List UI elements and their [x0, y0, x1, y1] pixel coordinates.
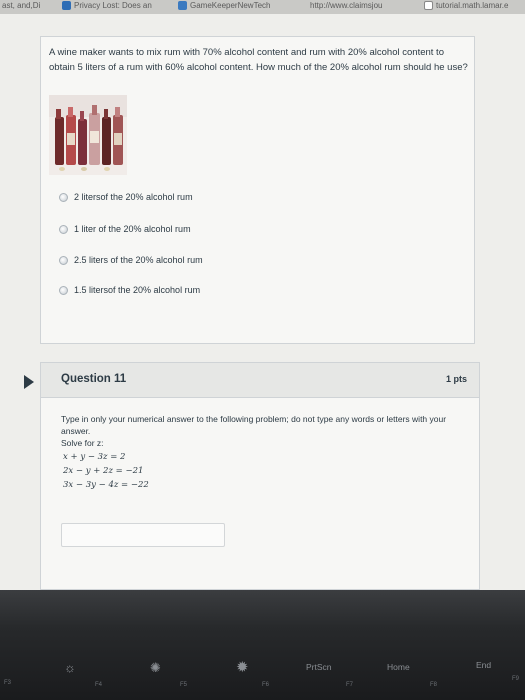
- answer-option[interactable]: 2.5 liters of the 20% alcohol rum: [59, 255, 203, 265]
- fn-key-label: F9: [512, 676, 520, 682]
- rum-bottles-image: [49, 95, 127, 175]
- numeric-answer-input[interactable]: [61, 523, 225, 547]
- fn-key-label: F3: [4, 680, 12, 686]
- question-card: Question 11 1 pts Type in only your nume…: [40, 362, 480, 590]
- bookmark-label: http://www.claimsjou: [310, 1, 383, 10]
- bookmark-item[interactable]: ast, and,Di: [2, 1, 40, 10]
- bookmark-item[interactable]: http://www.claimsjou: [310, 1, 382, 10]
- answer-option[interactable]: 2 litersof the 20% alcohol rum: [59, 192, 193, 202]
- bookmark-favicon-icon: [178, 1, 187, 10]
- end-key[interactable]: End: [476, 660, 491, 670]
- bookmark-page-icon: [424, 1, 433, 10]
- answer-label: 2 litersof the 20% alcohol rum: [74, 192, 193, 202]
- answer-label: 1 liter of the 20% alcohol rum: [74, 224, 191, 234]
- fn-key-label: F4: [95, 682, 103, 688]
- equation-line: 3x − 3y − 4z = −22: [63, 480, 149, 490]
- answer-option[interactable]: 1.5 litersof the 20% alcohol rum: [59, 285, 200, 295]
- question-header: Question 11 1 pts: [41, 363, 479, 398]
- fn-key-label: F5: [180, 682, 188, 688]
- quiz-page: A wine maker wants to mix rum with 70% a…: [0, 14, 525, 590]
- bookmark-item[interactable]: tutorial.math.lamar.e: [424, 1, 508, 10]
- bookmark-item[interactable]: GameKeeperNewTech: [178, 1, 270, 10]
- answer-label: 1.5 litersof the 20% alcohol rum: [74, 285, 201, 295]
- bookmark-label: tutorial.math.lamar.e: [436, 1, 509, 10]
- prtscn-key[interactable]: PrtScn: [306, 662, 332, 672]
- radio-button[interactable]: [59, 224, 68, 234]
- fn-key-label: F7: [346, 682, 354, 688]
- keyboard-backlight-icon: ☼: [64, 660, 76, 675]
- bookmark-label: ast, and,Di: [2, 1, 41, 10]
- home-key[interactable]: Home: [387, 662, 410, 672]
- answer-label: 2.5 liters of the 20% alcohol rum: [74, 255, 203, 265]
- function-key-row: ☼ F3 ✺ F4 ✹ F5 PrtScn F6 F7 Home F8 End …: [0, 640, 525, 700]
- rum-bottles-illustration: [49, 95, 127, 175]
- bookmark-item[interactable]: Privacy Lost: Does an: [62, 1, 152, 10]
- question-points: 1 pts: [445, 374, 467, 384]
- fn-key-label: F8: [430, 682, 438, 688]
- brightness-down-icon: ✺: [150, 660, 161, 675]
- question-title: Question 11: [61, 373, 127, 385]
- bookmarks-bar: ast, and,Di Privacy Lost: Does an GameKe…: [0, 0, 525, 14]
- question-flag-icon[interactable]: [24, 375, 34, 389]
- brightness-up-icon: ✹: [236, 659, 249, 676]
- solve-prompt: Solve for z:: [61, 438, 104, 448]
- bookmark-label: GameKeeperNewTech: [190, 1, 271, 10]
- question-instructions: Type in only your numerical answer to th…: [61, 414, 447, 436]
- radio-button[interactable]: [59, 255, 68, 265]
- radio-button[interactable]: [59, 285, 68, 295]
- fn-key-label: F6: [262, 682, 270, 688]
- equation-line: x + y − 3z = 2: [63, 452, 126, 462]
- radio-button[interactable]: [59, 192, 68, 202]
- question-card: A wine maker wants to mix rum with 70% a…: [40, 36, 475, 344]
- answer-option[interactable]: 1 liter of the 20% alcohol rum: [59, 224, 191, 234]
- bookmark-label: Privacy Lost: Does an: [74, 1, 152, 10]
- bookmark-favicon-icon: [62, 1, 71, 10]
- equation-line: 2x − y + 2z = −21: [63, 466, 144, 476]
- question-text: A wine maker wants to mix rum with 70% a…: [49, 47, 468, 73]
